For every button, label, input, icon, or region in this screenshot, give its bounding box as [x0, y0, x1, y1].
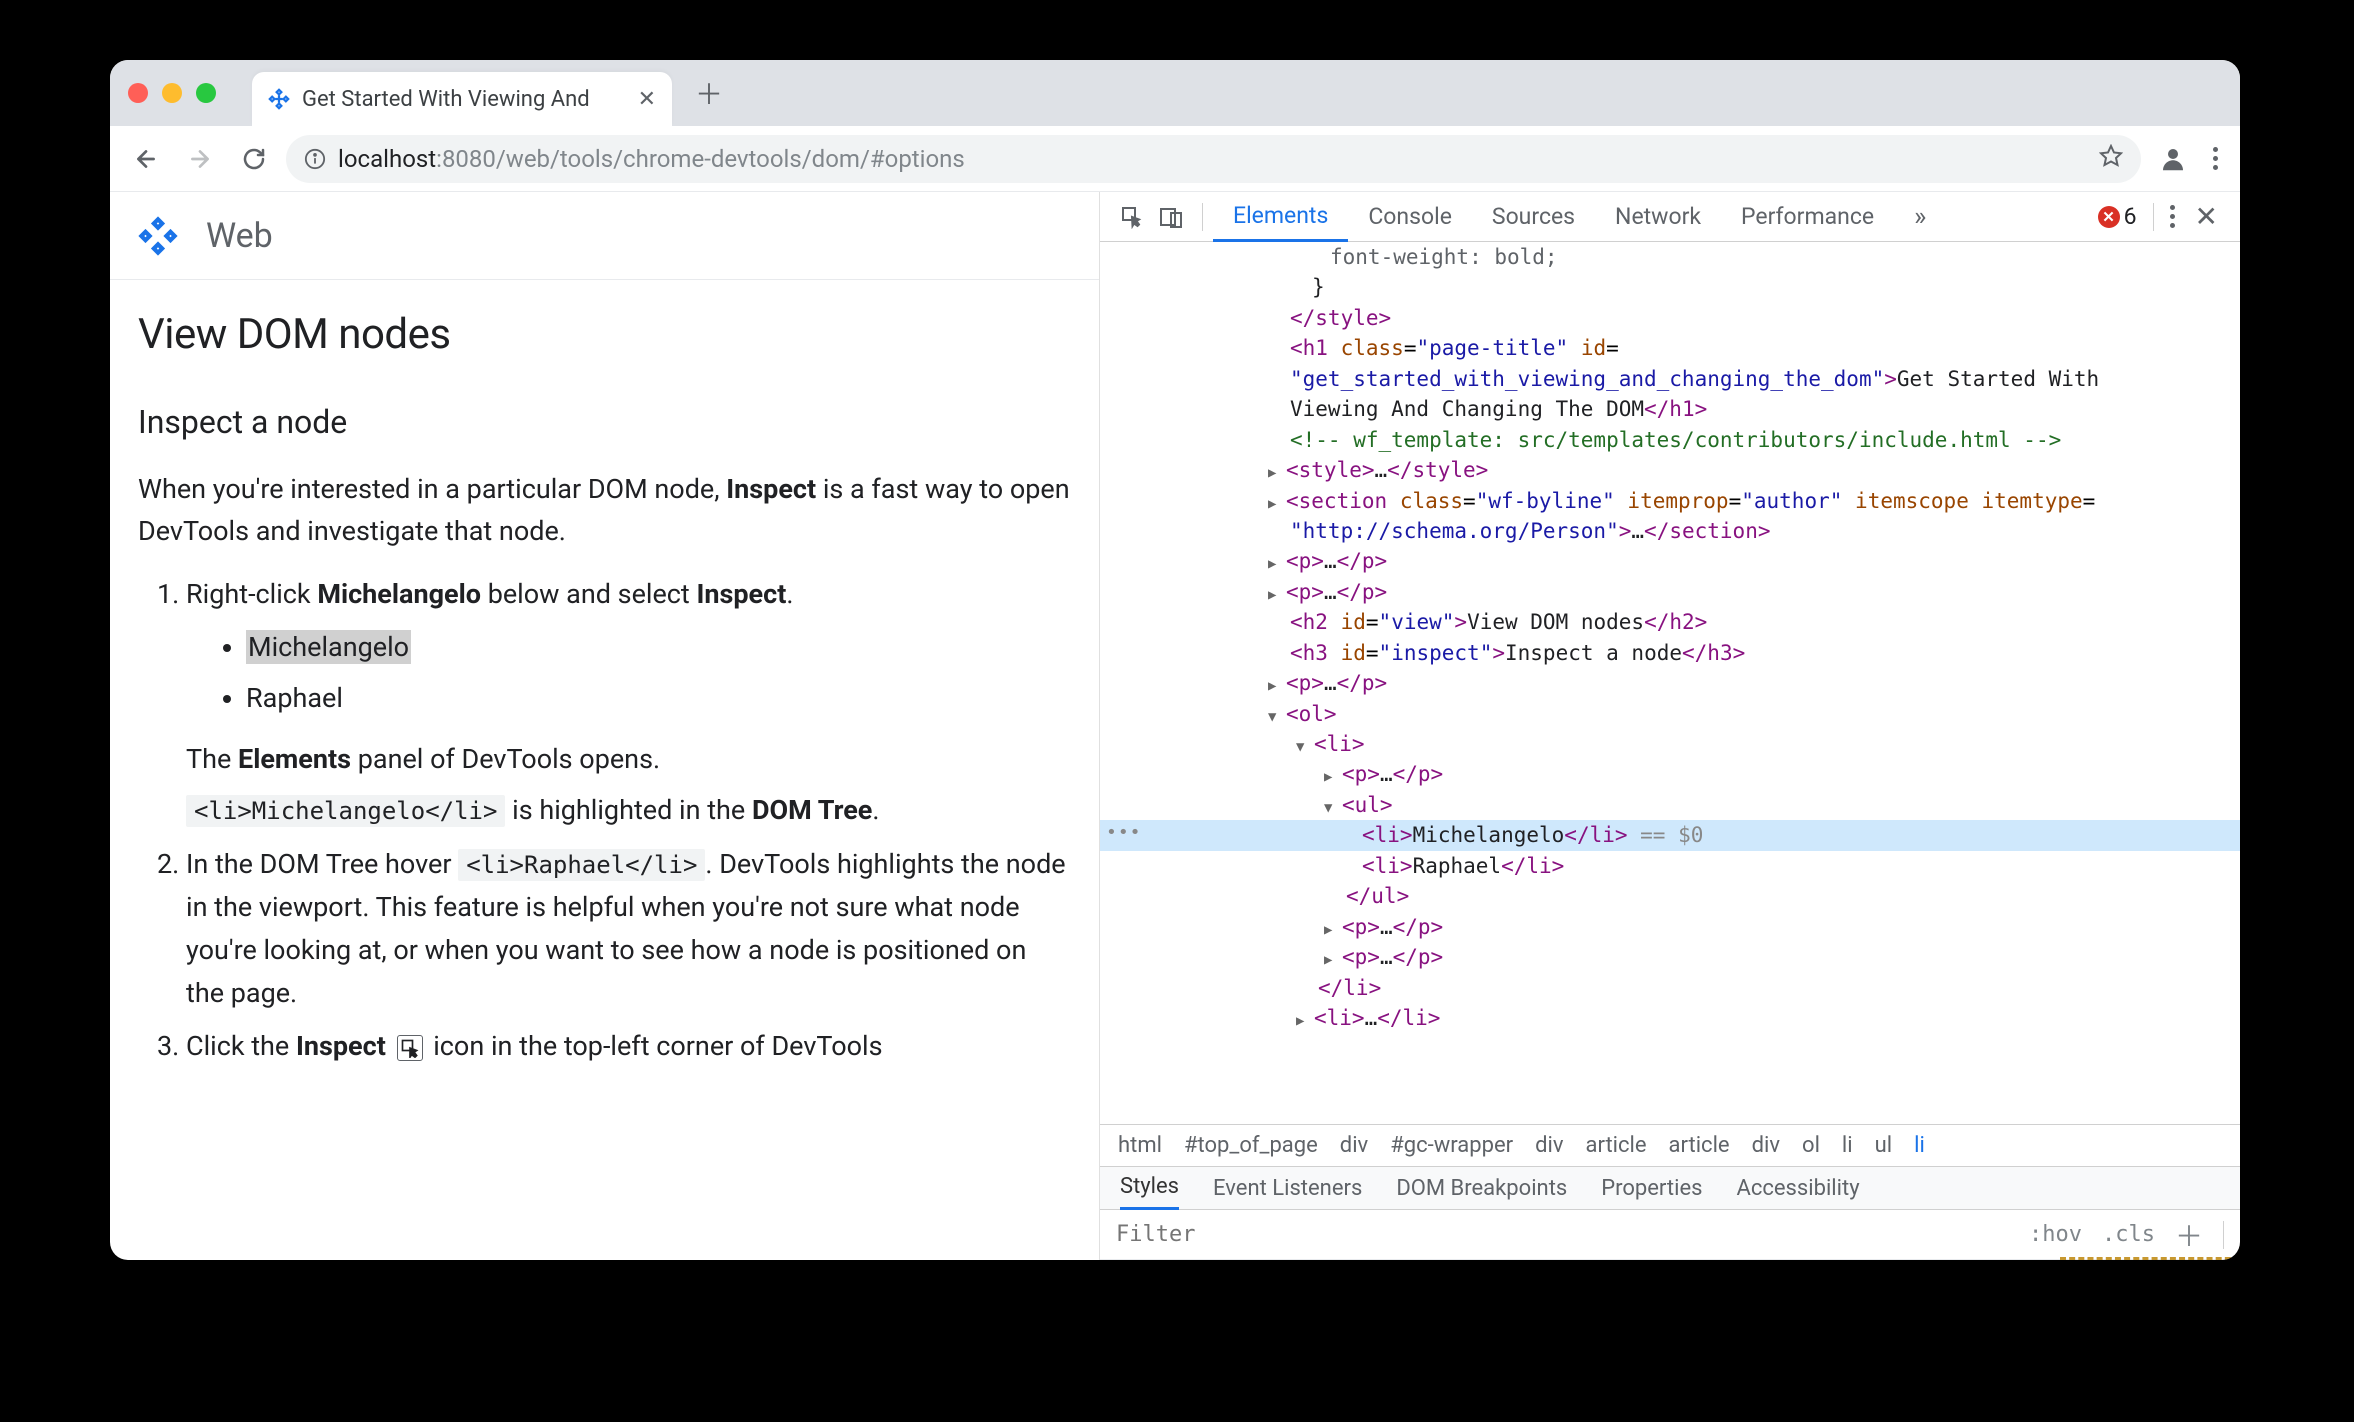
tab-close-icon[interactable]: ✕ [638, 87, 656, 112]
step-1: Right-click Michelangelo below and selec… [186, 573, 1071, 833]
new-style-rule-icon[interactable]: ＋ [2175, 1215, 2203, 1255]
styles-filter-input[interactable] [1116, 1222, 2009, 1247]
styles-filter-bar: :hov .cls ＋ [1100, 1210, 2240, 1260]
breadcrumb[interactable]: article [1669, 1133, 1730, 1158]
breadcrumb[interactable]: #gc-wrapper [1390, 1133, 1513, 1158]
styles-tab-bar: Styles Event Listeners DOM Breakpoints P… [1100, 1166, 2240, 1210]
step-3: Click the Inspect icon in the top-left c… [186, 1025, 1071, 1068]
tab-title: Get Started With Viewing And [302, 87, 590, 112]
styles-tab[interactable]: DOM Breakpoints [1396, 1176, 1567, 1201]
devtools-tab-sources[interactable]: Sources [1472, 192, 1595, 242]
breadcrumb[interactable]: div [1752, 1133, 1780, 1158]
browser-tab[interactable]: Get Started With Viewing And ✕ [252, 72, 672, 126]
breadcrumb[interactable]: ul [1875, 1133, 1892, 1158]
list-item[interactable]: Raphael [246, 677, 1071, 720]
breadcrumb[interactable]: article [1586, 1133, 1647, 1158]
site-header: Web [110, 192, 1099, 280]
styles-tab[interactable]: Event Listeners [1213, 1176, 1362, 1201]
page-subheading: Inspect a node [138, 403, 1071, 441]
devtools-tabs-overflow[interactable]: » [1894, 192, 1946, 242]
styles-tab[interactable]: Accessibility [1737, 1176, 1860, 1201]
step-2: In the DOM Tree hover <li>Raphael</li>. … [186, 843, 1071, 1016]
devtools-tab-console[interactable]: Console [1348, 192, 1472, 242]
styles-tab[interactable]: Styles [1120, 1166, 1179, 1210]
tab-strip: Get Started With Viewing And ✕ ＋ [110, 60, 2240, 126]
console-errors-badge[interactable]: ✕6 [2098, 203, 2137, 230]
page-viewport: Web View DOM nodes Inspect a node When y… [110, 192, 1100, 1260]
inspect-element-icon[interactable] [1112, 197, 1152, 237]
breadcrumb[interactable]: li [1842, 1133, 1853, 1158]
forward-button[interactable] [178, 137, 222, 181]
browser-toolbar: localhost:8080/web/tools/chrome-devtools… [110, 126, 2240, 192]
device-toolbar-icon[interactable] [1152, 197, 1192, 237]
bookmark-star-icon[interactable] [2099, 144, 2123, 174]
new-tab-button[interactable]: ＋ [688, 72, 730, 114]
breadcrumb[interactable]: div [1535, 1133, 1563, 1158]
intro-paragraph: When you're interested in a particular D… [138, 469, 1071, 553]
list-item[interactable]: Michelangelo [246, 626, 1071, 669]
breadcrumb[interactable]: div [1340, 1133, 1368, 1158]
page-heading: View DOM nodes [138, 310, 1071, 359]
elements-tree[interactable]: font-weight: bold; } </style> <h1 class=… [1100, 242, 2240, 1124]
profile-avatar[interactable] [2151, 137, 2195, 181]
window-maximize[interactable] [196, 83, 216, 103]
url-host: localhost:8080/web/tools/chrome-devtools… [338, 145, 965, 173]
devtools-menu-icon[interactable] [2160, 205, 2185, 228]
site-info-icon[interactable] [304, 148, 326, 170]
breadcrumb[interactable]: ol [1802, 1133, 1820, 1158]
dom-breadcrumbs[interactable]: html #top_of_page div #gc-wrapper div ar… [1100, 1124, 2240, 1166]
source-line: font-weight: bold; [1100, 242, 2240, 272]
back-button[interactable] [124, 137, 168, 181]
breadcrumb[interactable]: li [1914, 1133, 1925, 1158]
window-close[interactable] [128, 83, 148, 103]
styles-tab[interactable]: Properties [1601, 1176, 1702, 1201]
menu-icon[interactable] [2205, 147, 2226, 170]
cls-toggle[interactable]: .cls [2102, 1222, 2155, 1247]
devtools-tab-performance[interactable]: Performance [1721, 192, 1894, 242]
devtools-tab-network[interactable]: Network [1595, 192, 1721, 242]
address-bar[interactable]: localhost:8080/web/tools/chrome-devtools… [286, 135, 2141, 183]
element-highlight-marker [2060, 1257, 2240, 1260]
devtools-toolbar: Elements Console Sources Network Perform… [1100, 192, 2240, 242]
hov-toggle[interactable]: :hov [2029, 1222, 2082, 1247]
site-logo-icon[interactable] [138, 216, 178, 256]
selected-dom-node[interactable]: •••<li>Michelangelo</li> == $0 [1100, 820, 2240, 850]
devtools-panel: Elements Console Sources Network Perform… [1100, 192, 2240, 1260]
window-minimize[interactable] [162, 83, 182, 103]
breadcrumb[interactable]: html [1118, 1133, 1162, 1158]
reload-button[interactable] [232, 137, 276, 181]
window-controls [128, 83, 216, 103]
tab-favicon [268, 88, 290, 110]
devtools-close-icon[interactable]: ✕ [2185, 200, 2228, 233]
breadcrumb[interactable]: #top_of_page [1184, 1133, 1318, 1158]
inspect-icon [397, 1035, 423, 1061]
devtools-tab-elements[interactable]: Elements [1213, 192, 1348, 242]
site-name[interactable]: Web [206, 216, 273, 256]
